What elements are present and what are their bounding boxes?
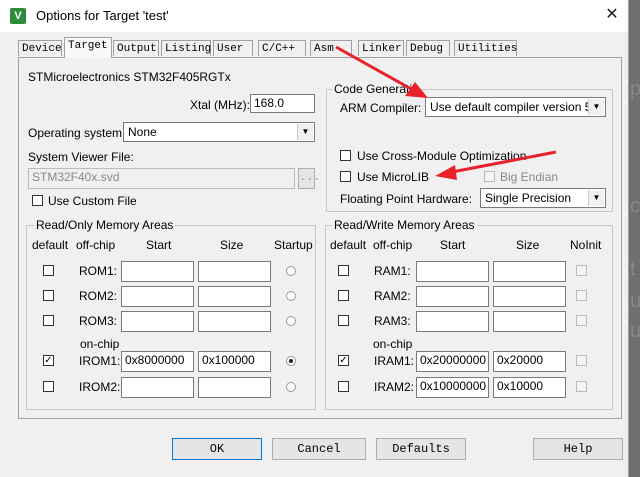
microlib-arrow-head [435,165,457,180]
options-dialog: V Options for Target 'test' ✕ Device Tar… [0,0,629,477]
background-char: u [630,290,640,312]
background-char: t [630,258,636,280]
background-char: u [630,320,640,342]
background-char: p [630,78,640,100]
annotation-arrows [335,45,557,180]
compiler-arrow-shaft [335,45,414,92]
microlib-arrow-shaft [451,150,557,174]
compiler-arrow-head [405,82,428,98]
tab-target[interactable]: Target [64,37,112,58]
background-char: c [630,195,640,217]
